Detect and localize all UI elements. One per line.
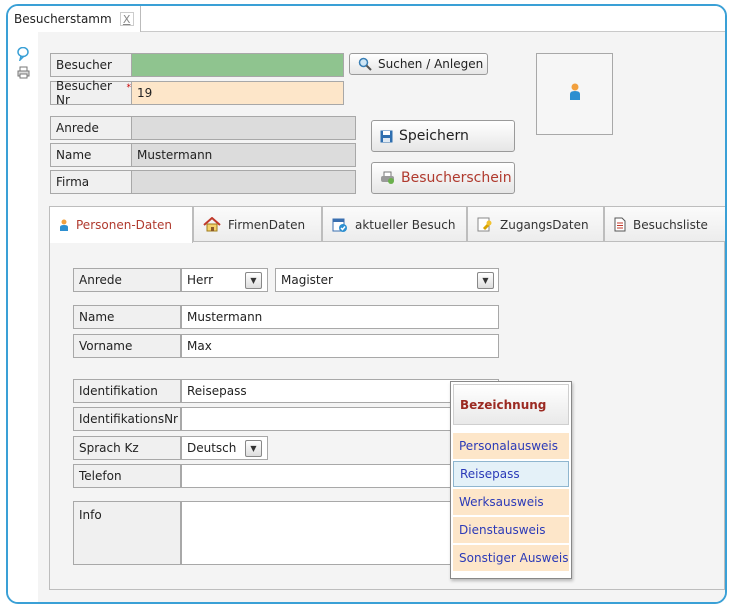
magnifier-icon: [358, 57, 372, 71]
info-bubble-icon[interactable]: [15, 46, 31, 62]
name-field[interactable]: Mustermann: [181, 305, 499, 329]
titel-select[interactable]: Magister: [275, 268, 499, 292]
chevron-down-icon[interactable]: ▼: [245, 440, 262, 457]
tab-zugangs-daten[interactable]: ZugangsDaten: [467, 206, 604, 242]
document-tabbar: Besucherstamm X: [8, 6, 725, 32]
besucher-field[interactable]: [131, 53, 344, 77]
tab-firmen-daten[interactable]: FirmenDaten: [193, 206, 322, 242]
name-header-field: Mustermann: [131, 143, 356, 167]
person-avatar-icon: [570, 83, 580, 100]
visitor-pass-button[interactable]: Besucherschein: [371, 162, 515, 194]
sprach-kz-value: Deutsch: [187, 441, 237, 455]
document-tab-title: Besucherstamm: [14, 12, 112, 26]
dropdown-option-selected[interactable]: Reisepass: [453, 461, 569, 487]
dropdown-option[interactable]: Personalausweis: [453, 433, 569, 459]
search-create-button[interactable]: Suchen / Anlegen: [349, 53, 488, 75]
vorname-field[interactable]: Max: [181, 334, 499, 358]
main-content: Besucher Suchen / Anlegen Besucher Nr * 1…: [38, 32, 725, 602]
besucher-label: Besucher: [50, 53, 132, 77]
tab-label: Personen-Daten: [76, 218, 172, 232]
search-create-label: Suchen / Anlegen: [378, 57, 484, 71]
dropdown-option[interactable]: Sonstiger Ausweis: [453, 545, 569, 571]
tab-label: ZugangsDaten: [500, 217, 589, 232]
calendar-check-icon: [332, 218, 347, 232]
tab-personen-daten[interactable]: Personen-Daten: [49, 206, 193, 243]
name-label: Name: [73, 305, 181, 329]
printer-pass-icon: [381, 171, 394, 184]
firma-header-field: [131, 170, 356, 194]
chevron-down-icon[interactable]: ▼: [245, 272, 262, 289]
personen-daten-panel: Anrede Herr ▼ Magister ▼ Name Mustermann…: [49, 241, 725, 590]
anrede-header-field: [131, 116, 356, 140]
save-button-label: Speichern: [399, 128, 469, 144]
titel-value: Magister: [281, 273, 333, 287]
left-toolbar: [8, 32, 38, 602]
identifikation-label: Identifikation: [73, 379, 181, 403]
tab-label: Besuchsliste: [633, 217, 708, 232]
firma-header-label: Firma: [50, 170, 132, 194]
identifikation-value: Reisepass: [187, 384, 247, 398]
window-frame: Besucherstamm X Besucher Suchen / Anlege…: [6, 4, 727, 604]
identifikationsnr-label: IdentifikationsNr: [73, 407, 181, 431]
chevron-down-icon[interactable]: ▼: [477, 272, 494, 289]
key-icon: [477, 217, 492, 231]
dropdown-option[interactable]: Dienstausweis: [453, 517, 569, 543]
tab-strip: Personen-Daten FirmenDaten aktueller Bes…: [49, 206, 725, 243]
identifikation-dropdown-list: Bezeichnung Personalausweis Reisepass We…: [450, 381, 572, 579]
dropdown-option[interactable]: Werksausweis: [453, 489, 569, 515]
tab-besuchsliste[interactable]: Besuchsliste: [604, 206, 725, 242]
visitor-pass-label: Besucherschein: [401, 170, 512, 186]
vorname-label: Vorname: [73, 334, 181, 358]
house-icon: [203, 217, 221, 232]
besucher-nr-label: Besucher Nr *: [50, 79, 132, 107]
print-icon[interactable]: [15, 64, 31, 80]
tab-label: aktueller Besuch: [355, 217, 456, 232]
info-label: Info: [73, 501, 181, 565]
sprach-kz-label: Sprach Kz: [73, 436, 181, 460]
dropdown-column-header: Bezeichnung: [453, 384, 569, 425]
anrede-header-label: Anrede: [50, 116, 132, 140]
person-icon: [60, 219, 68, 231]
anrede-label: Anrede: [73, 268, 181, 292]
dropdown-spacer: [453, 425, 569, 433]
tab-label: FirmenDaten: [228, 217, 306, 232]
besucher-nr-field[interactable]: 19: [131, 81, 344, 105]
besucher-nr-label-text: Besucher Nr: [56, 79, 112, 107]
name-header-label: Name: [50, 143, 132, 167]
document-icon: [614, 217, 626, 232]
telefon-label: Telefon: [73, 464, 181, 488]
floppy-disk-icon: [380, 130, 393, 142]
anrede-value: Herr: [187, 273, 214, 287]
save-button[interactable]: Speichern: [371, 120, 515, 152]
close-icon[interactable]: X: [119, 12, 134, 26]
tab-aktueller-besuch[interactable]: aktueller Besuch: [322, 206, 467, 242]
visitor-photo[interactable]: [536, 53, 613, 135]
document-tab-besucherstamm[interactable]: Besucherstamm X: [8, 6, 141, 32]
